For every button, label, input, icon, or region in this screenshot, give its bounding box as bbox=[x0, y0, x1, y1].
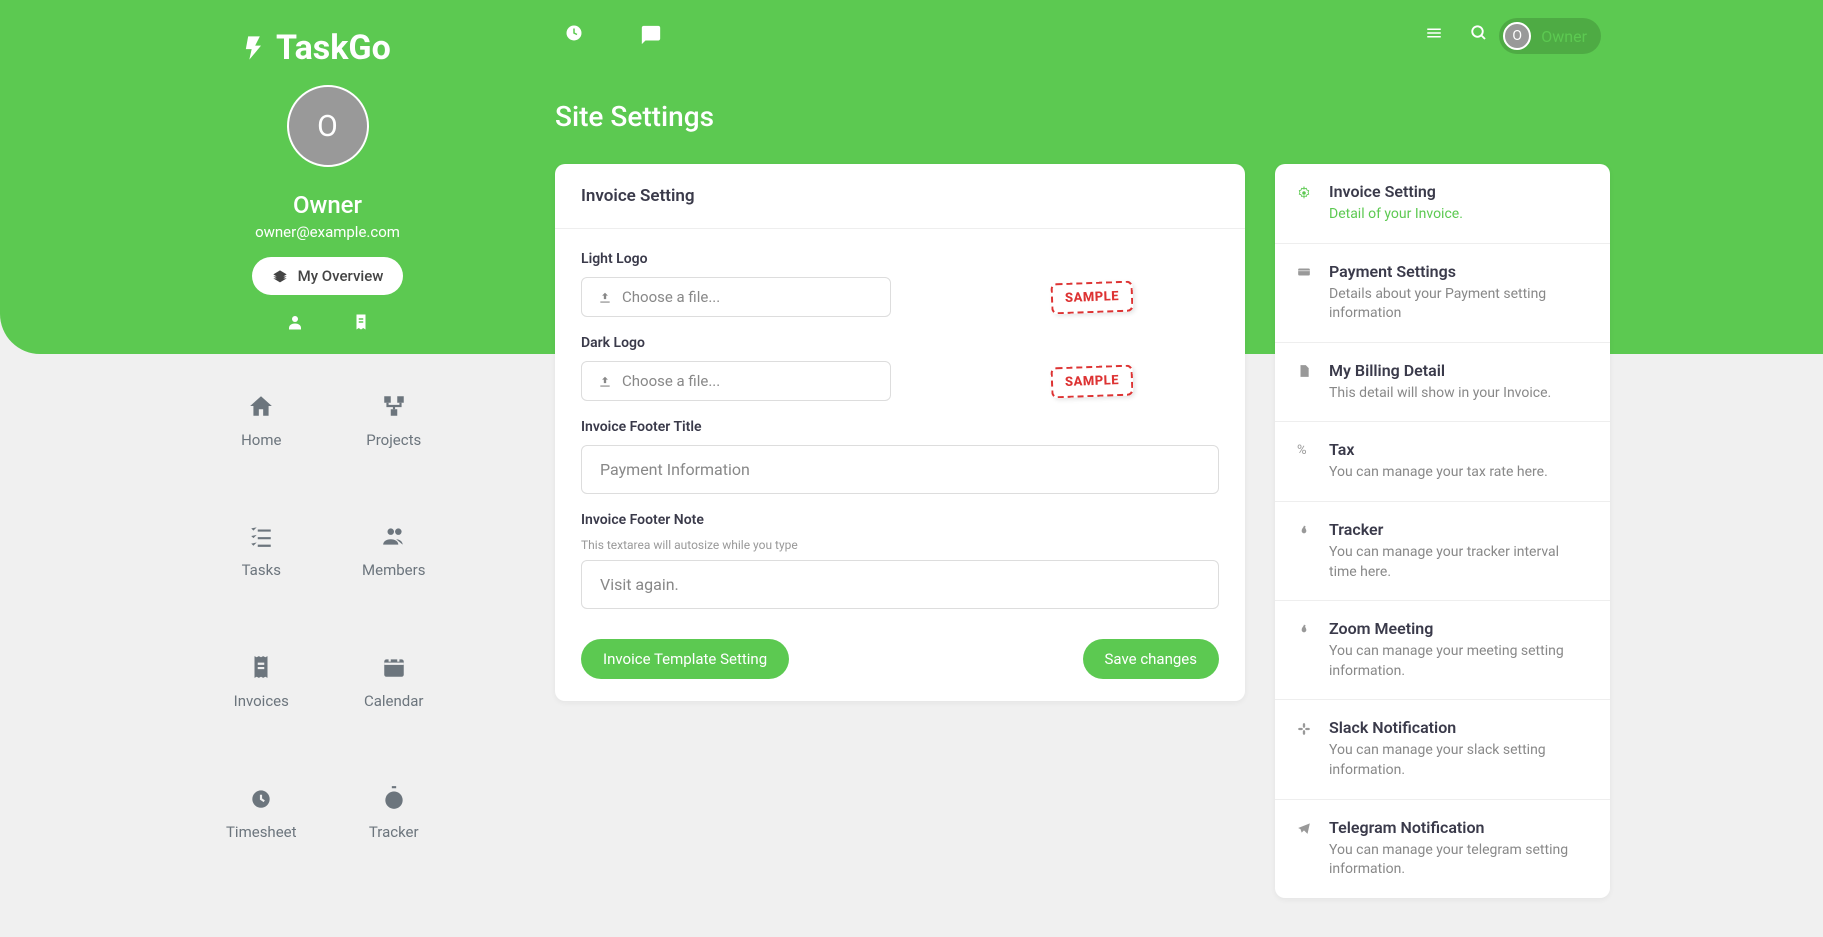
settings-nav-billing[interactable]: My Billing Detail This detail will show … bbox=[1275, 343, 1610, 423]
light-logo-preview: SAMPLE bbox=[1050, 280, 1133, 314]
save-button[interactable]: Save changes bbox=[1083, 639, 1219, 679]
settings-nav-zoom[interactable]: Zoom Meeting You can manage your meeting… bbox=[1275, 601, 1610, 700]
footer-note-label: Invoice Footer Note bbox=[581, 512, 1219, 528]
calendar-icon bbox=[328, 651, 461, 680]
gear-icon bbox=[1297, 185, 1313, 200]
nav-tasks[interactable]: Tasks bbox=[195, 521, 328, 580]
settings-nav-slack[interactable]: Slack Notification You can manage your s… bbox=[1275, 700, 1610, 799]
footer-note-hint: This textarea will autosize while you ty… bbox=[581, 538, 1219, 552]
template-setting-button[interactable]: Invoice Template Setting bbox=[581, 639, 789, 679]
dark-logo-label: Dark Logo bbox=[581, 335, 1219, 351]
projects-icon bbox=[328, 390, 461, 419]
search-icon[interactable] bbox=[1470, 24, 1488, 42]
upload-icon bbox=[598, 288, 612, 306]
card-title: Invoice Setting bbox=[555, 164, 1245, 229]
footer-title-label: Invoice Footer Title bbox=[581, 419, 1219, 435]
light-logo-file-input[interactable]: Choose a file... bbox=[581, 277, 891, 317]
settings-card: Invoice Setting Light Logo Choose a file… bbox=[555, 164, 1245, 701]
settings-nav-payment[interactable]: Payment Settings Details about your Paym… bbox=[1275, 244, 1610, 343]
invoices-icon bbox=[195, 651, 328, 680]
layers-icon bbox=[272, 267, 288, 285]
percent-icon: % bbox=[1297, 443, 1313, 458]
footer-note-textarea[interactable]: Visit again. bbox=[581, 560, 1219, 609]
dark-logo-preview: SAMPLE bbox=[1050, 364, 1133, 398]
slack-icon bbox=[1297, 721, 1313, 736]
fire-icon bbox=[1297, 523, 1313, 538]
nav-invoices[interactable]: Invoices bbox=[195, 651, 328, 710]
receipt-icon[interactable] bbox=[352, 311, 370, 332]
user-name: Owner bbox=[1541, 27, 1587, 46]
timesheet-icon bbox=[195, 782, 328, 811]
clock-icon[interactable] bbox=[565, 24, 583, 42]
user-icon[interactable] bbox=[286, 311, 304, 332]
nav-tracker[interactable]: Tracker bbox=[328, 782, 461, 841]
upload-icon bbox=[598, 372, 612, 390]
tracker-icon bbox=[328, 782, 461, 811]
nav-projects[interactable]: Projects bbox=[328, 390, 461, 449]
members-icon bbox=[328, 521, 461, 550]
nav-home[interactable]: Home bbox=[195, 390, 328, 449]
menu-icon[interactable] bbox=[1425, 24, 1443, 42]
settings-nav-invoice[interactable]: Invoice Setting Detail of your Invoice. bbox=[1275, 164, 1610, 244]
settings-nav-tax[interactable]: % Tax You can manage your tax rate here. bbox=[1275, 422, 1610, 502]
avatar-small: O bbox=[1503, 22, 1531, 50]
sidebar: O Owner owner@example.com My Overview Ho… bbox=[195, 85, 460, 841]
send-icon bbox=[1297, 821, 1313, 836]
nav-grid: Home Projects Tasks Members Invoices Cal… bbox=[195, 390, 460, 841]
settings-nav: Invoice Setting Detail of your Invoice. … bbox=[1275, 164, 1610, 898]
nav-calendar[interactable]: Calendar bbox=[328, 651, 461, 710]
nav-timesheet[interactable]: Timesheet bbox=[195, 782, 328, 841]
light-logo-label: Light Logo bbox=[581, 251, 1219, 267]
profile-name: Owner bbox=[195, 191, 460, 219]
avatar[interactable]: O bbox=[287, 85, 369, 167]
card-icon bbox=[1297, 265, 1313, 280]
overview-label: My Overview bbox=[298, 267, 384, 285]
chat-icon[interactable]: 0 bbox=[640, 24, 1823, 46]
brand-name: TaskGo bbox=[276, 28, 391, 68]
footer-title-input[interactable] bbox=[581, 445, 1219, 494]
tasks-icon bbox=[195, 521, 328, 550]
nav-members[interactable]: Members bbox=[328, 521, 461, 580]
bolt-icon bbox=[240, 34, 268, 62]
page-title: Site Settings bbox=[555, 100, 714, 133]
user-menu[interactable]: O Owner bbox=[1499, 18, 1601, 54]
dark-logo-file-input[interactable]: Choose a file... bbox=[581, 361, 891, 401]
home-icon bbox=[195, 390, 328, 419]
settings-nav-tracker[interactable]: Tracker You can manage your tracker inte… bbox=[1275, 502, 1610, 601]
overview-button[interactable]: My Overview bbox=[252, 257, 404, 295]
fire-icon bbox=[1297, 622, 1313, 637]
profile-email: owner@example.com bbox=[195, 223, 460, 241]
brand-logo[interactable]: TaskGo bbox=[240, 28, 391, 68]
sidebar-tabs bbox=[195, 311, 460, 332]
file-icon bbox=[1297, 364, 1313, 379]
settings-nav-telegram[interactable]: Telegram Notification You can manage you… bbox=[1275, 800, 1610, 898]
